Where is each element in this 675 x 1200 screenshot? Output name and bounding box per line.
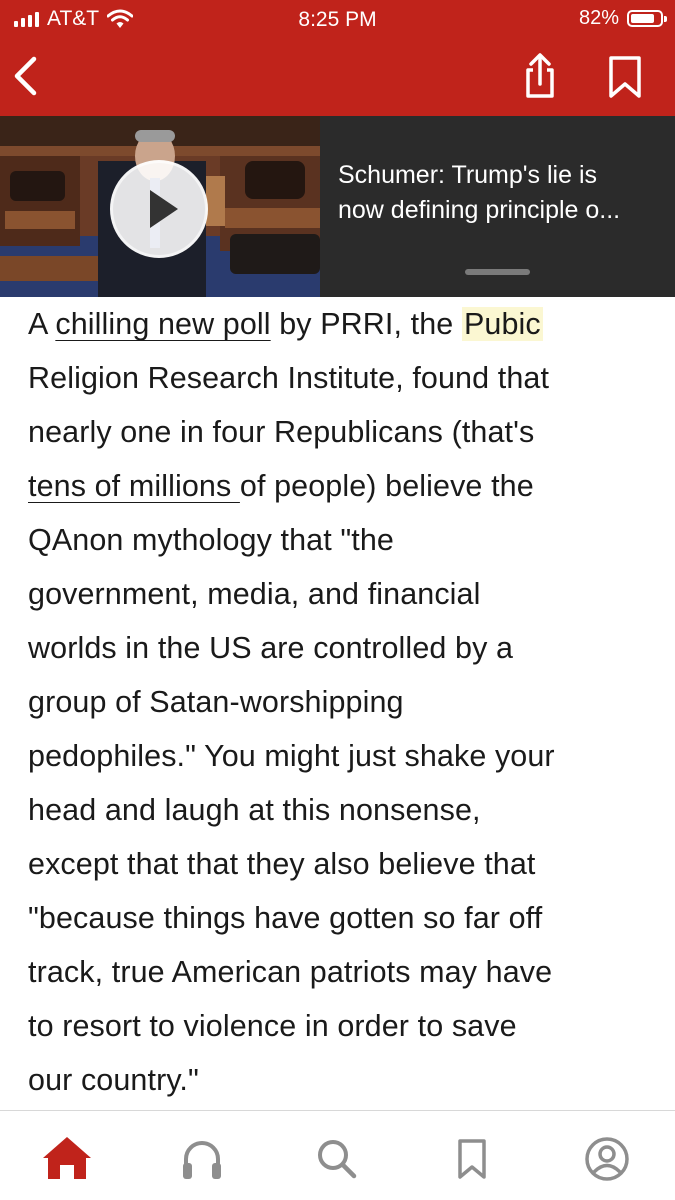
- article-line: nearly one in four Republicans (that's: [28, 415, 535, 449]
- tens-of-millions-link[interactable]: tens of millions: [28, 469, 240, 503]
- battery-percent: 82%: [578, 7, 619, 29]
- article-line: A chilling new poll by PRRI, the Pubic: [28, 307, 543, 341]
- article-line: except that that they also believe that: [28, 847, 536, 881]
- article-line: head and laugh at this nonsense,: [28, 793, 481, 827]
- article-line: to resort to violence in order to save: [28, 1009, 517, 1043]
- tab-search[interactable]: [309, 1131, 365, 1187]
- profile-icon: [585, 1137, 629, 1181]
- tab-bar: [0, 1111, 675, 1200]
- battery-icon: [627, 10, 667, 27]
- drag-handle[interactable]: [465, 269, 530, 275]
- bookmark-icon: [458, 1139, 486, 1179]
- search-icon: [318, 1140, 357, 1179]
- article-line: tens of millions of people) believe the: [28, 469, 534, 503]
- status-bar: AT&T 8:25 PM 82%: [0, 0, 675, 40]
- article-line: our country.": [28, 1063, 199, 1097]
- bookmark-icon: [609, 56, 641, 98]
- home-icon: [43, 1137, 91, 1179]
- video-thumbnail[interactable]: [0, 116, 320, 297]
- article-line: group of Satan-worshipping: [28, 685, 404, 719]
- video-title[interactable]: Schumer: Trump's lie is now defining pri…: [338, 158, 658, 228]
- back-button[interactable]: [6, 54, 50, 98]
- article-line: government, media, and financial: [28, 577, 481, 611]
- video-player[interactable]: Schumer: Trump's lie is now defining pri…: [0, 116, 675, 297]
- chilling-new-poll-link[interactable]: chilling new poll: [55, 307, 270, 341]
- article-line: worlds in the US are controlled by a: [28, 631, 514, 665]
- share-button[interactable]: [518, 52, 562, 100]
- bookmark-button[interactable]: [603, 54, 647, 100]
- article-line: QAnon mythology that "the: [28, 523, 394, 557]
- article-line: pedophiles." You might just shake your: [28, 739, 555, 773]
- article-line: "because things have gotten so far off: [28, 901, 543, 935]
- tab-profile[interactable]: [579, 1131, 635, 1187]
- share-icon: [526, 53, 554, 98]
- highlighted-text: Pubic: [461, 307, 543, 341]
- tab-listen[interactable]: [174, 1131, 230, 1187]
- play-button[interactable]: [110, 160, 208, 258]
- video-title-line-2: now defining principle o...: [338, 196, 621, 224]
- article-line: Religion Research Institute, found that: [28, 361, 550, 395]
- clock: 8:25 PM: [298, 8, 377, 31]
- tab-saved[interactable]: [444, 1131, 500, 1187]
- tab-home[interactable]: [39, 1131, 95, 1187]
- status-right: 82%: [578, 7, 667, 30]
- nav-bar: [0, 40, 675, 116]
- video-title-line-1: Schumer: Trump's lie is: [338, 161, 598, 189]
- article-body: A chilling new poll by PRRI, the Pubic R…: [28, 297, 658, 1107]
- headphones-icon: [183, 1141, 221, 1179]
- chevron-left-icon: [14, 56, 37, 96]
- article-line: track, true American patriots may have: [28, 955, 553, 989]
